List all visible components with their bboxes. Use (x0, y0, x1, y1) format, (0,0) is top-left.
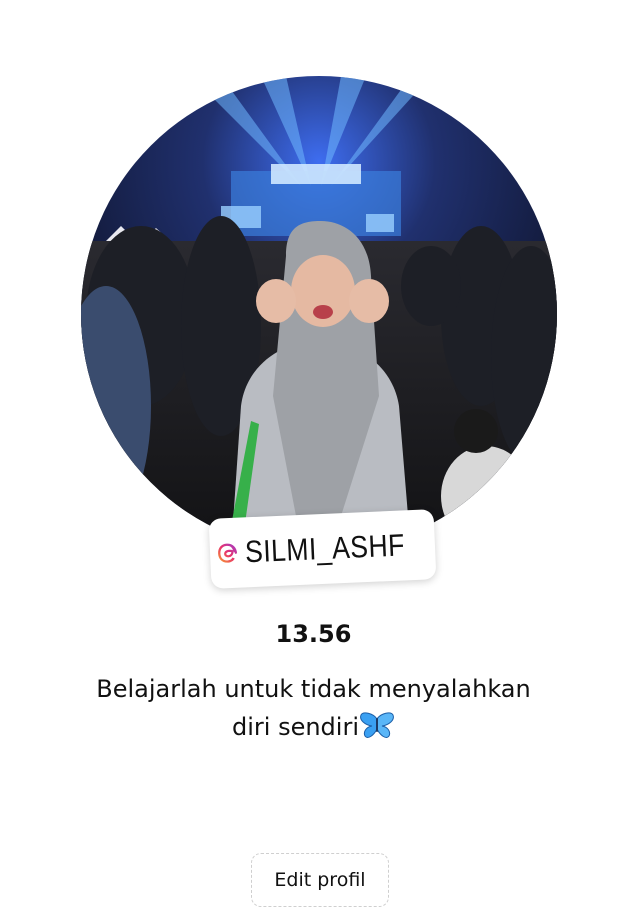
profile-bio: Belajarlah untuk tidak menyalahkan diri … (40, 670, 587, 746)
threads-icon (217, 543, 237, 563)
profile-stat-value: 13.56 (275, 620, 352, 648)
butterfly-icon (360, 712, 394, 738)
bio-line-2-wrapper: diri sendiri (40, 708, 587, 746)
bio-line-2: diri sendiri (232, 713, 359, 741)
threads-handle-sticker[interactable]: SILMI_ASHF (208, 509, 437, 589)
profile-photo-icon (81, 76, 557, 552)
bio-line-1: Belajarlah untuk tidak menyalahkan (96, 675, 531, 703)
username-handle: SILMI_ASHF (243, 527, 406, 570)
edit-profile-button[interactable]: Edit profil (251, 853, 389, 907)
profile-avatar[interactable] (81, 76, 557, 552)
